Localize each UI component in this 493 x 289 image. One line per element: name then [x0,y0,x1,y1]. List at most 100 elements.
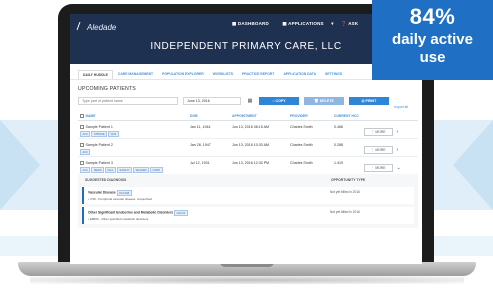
suggested-header: SUGGESTED DIAGNOSIS OPPORTUNITY TYPE [82,176,414,184]
tab-population-explorer[interactable]: POPULATION EXPLORER [158,70,208,79]
chip-group: ACC MEDS FALL SAFETY WALKER COPD [80,167,186,173]
stat-label-line2: use [419,49,446,66]
export-all-link[interactable]: export all [394,105,408,109]
patient-dob: Jul 12, 1931 [190,161,210,165]
patient-hcc: 0.288 [332,138,362,157]
table-row[interactable]: Sample Patient 1 ACC STROKE CHS Jan 11, 19… [78,120,418,139]
chevron-right-icon[interactable]: › [397,129,399,135]
print-button[interactable]: ⎙ PRINT [349,97,389,105]
suggested-item[interactable]: Other Significant Endocrine and Metaboli… [82,207,414,224]
practice-title: INDEPENDENT PRIMARY CARE, LLC [150,41,342,52]
suggested-diagnosis-panel: SUGGESTED DIAGNOSIS OPPORTUNITY TYPE Vas… [78,174,418,228]
suggested-item-body: Vascular Disease HCC108 • I739 - Periphe… [88,190,152,201]
hcc-tag: HCC23 [174,210,188,216]
tab-application-data[interactable]: APPLICATION DATA [279,70,320,79]
tab-bar: DAILY HUDDLE CARE MANAGEMENT POPULATION … [70,64,422,80]
col-actions [362,112,418,121]
opportunity-type: Not yet billed in 2016 [330,210,360,214]
col-dob[interactable]: DOB [188,112,230,121]
col-current-hcc[interactable]: CURRENT HCC [332,112,362,121]
patient-provider: Charles Smith [290,161,313,165]
patient-name[interactable]: Sample Patient 2 [86,143,113,147]
patient-dob: Jan 28, 1947 [188,138,230,157]
hcc-tag: HCC108 [116,190,132,196]
diagnosis-title: Other Significant Endocrine and Metaboli… [88,210,174,215]
tab-practice-report[interactable]: PRACTICE REPORT [238,70,278,79]
suggested-item-body: Other Significant Endocrine and Metaboli… [88,210,189,221]
suggested-diagnosis-heading: SUGGESTED DIAGNOSIS [85,178,127,182]
nav-ask[interactable]: ❓ ASK [341,21,364,26]
stat-label-line1: daily active [392,31,473,48]
col-name[interactable]: NAME [78,112,188,121]
tab-worklists[interactable]: WORKLISTS [209,70,237,79]
patient-name[interactable]: Sample Patient 3 [86,161,113,165]
diagnosis-code: • I739 - Peripheral vascular disease, un… [88,197,153,201]
chip: ACC [80,149,91,155]
table-row[interactable]: Sample Patient 2 ACC Jan 28, 1947 Jun 13… [78,138,418,157]
background-arrow-right [453,120,493,210]
table-row[interactable]: Sample Patient 3 ACC MEDS FALL SAFETY WALKER… [78,157,418,175]
copy-button[interactable]: ○ COPY [259,97,299,105]
patient-appointment: Jun 13, 2016 08:15 AM [230,120,288,139]
calendar-icon[interactable]: ▦ [246,97,254,105]
laptop-screen: Aledade ▦ DASHBOARD ▦ APPLICATIONS ▾ ❓ A… [70,14,422,264]
chip: FALL [104,167,117,173]
chip: STROKE [91,131,108,137]
filter-bar: ▦ ○ COPY 🗑 DELETE ⎙ PRINT [78,97,422,105]
date-input[interactable] [183,97,241,105]
more-button[interactable]: ⋮ MORE [364,146,393,154]
promo-stage: Aledade ▦ DASHBOARD ▦ APPLICATIONS ▾ ❓ A… [0,0,493,289]
suggested-item[interactable]: Vascular Disease HCC108 • I739 - Periphe… [82,187,414,204]
nav-dashboard[interactable]: ▦ DASHBOARD [232,21,275,26]
patient-hcc: 1.419 [334,161,343,165]
select-all-checkbox[interactable] [80,114,84,118]
diagnosis-title: Vascular Disease [88,190,116,195]
patient-appointment: Jun 13, 2016 12:30 PM [232,161,270,165]
chip: ACC [80,131,91,137]
patient-dob: Jan 11, 1944 [188,120,230,139]
chip: WALKER [133,167,149,173]
logo-icon [76,22,88,30]
col-appointment[interactable]: APPOINTMENT [230,112,288,121]
app-logo[interactable]: Aledade [76,22,117,32]
top-nav: ▦ DASHBOARD ▦ APPLICATIONS ▾ ❓ ASK [232,21,370,27]
chip-group: ACC STROKE CHS [80,131,186,137]
opportunity-type-heading: OPPORTUNITY TYPE [331,178,366,182]
patient-search-input[interactable] [78,97,178,105]
chip: MEDS [91,167,104,173]
table-header-row: NAME DOB APPOINTMENT PROVIDER CURRENT HC… [78,112,418,121]
logo-text: Aledade [87,23,117,32]
stat-badge: 84% daily active use [372,0,493,80]
laptop-shadow [30,276,464,284]
chevron-down-icon[interactable]: ⌄ [397,165,401,171]
delete-button[interactable]: 🗑 DELETE [304,97,344,105]
patient-provider: Charles Smith [288,120,332,139]
tab-care-management[interactable]: CARE MANAGEMENT [114,70,157,79]
section-title: UPCOMING PATIENTS [78,86,136,92]
opportunity-type: Not yet billed in 2016 [330,190,360,194]
stat-percent: 84% [409,4,456,29]
nav-applications[interactable]: ▦ APPLICATIONS ▾ [282,21,333,26]
patients-table: NAME DOB APPOINTMENT PROVIDER CURRENT HC… [78,112,418,174]
row-checkbox[interactable] [80,125,84,129]
patient-name[interactable]: Sample Patient 1 [86,125,113,129]
col-provider[interactable]: PROVIDER [288,112,332,121]
tab-daily-huddle[interactable]: DAILY HUDDLE [78,70,113,79]
app-header: Aledade ▦ DASHBOARD ▦ APPLICATIONS ▾ ❓ A… [70,14,422,64]
patient-provider: Charles Smith [288,138,332,157]
export-row: export all [78,105,418,109]
patient-hcc: 0.466 [332,120,362,139]
patient-appointment: Jun 13, 2016 10:30 AM [230,138,288,157]
more-button[interactable]: ⋮ MORE [364,164,393,172]
chip: SAFETY [117,167,133,173]
chip-group: ACC [80,149,186,155]
background-arrow-left [0,120,40,210]
tab-settings[interactable]: SETTINGS [321,70,346,79]
more-button[interactable]: ⋮ MORE [364,128,393,136]
diagnosis-code: • E8809 - Other specified metabolic diso… [88,217,149,221]
row-checkbox[interactable] [80,161,84,165]
chevron-right-icon[interactable]: › [397,147,399,153]
chip: CHS [108,131,119,137]
row-checkbox[interactable] [80,143,84,147]
chip: ACC [80,167,91,173]
